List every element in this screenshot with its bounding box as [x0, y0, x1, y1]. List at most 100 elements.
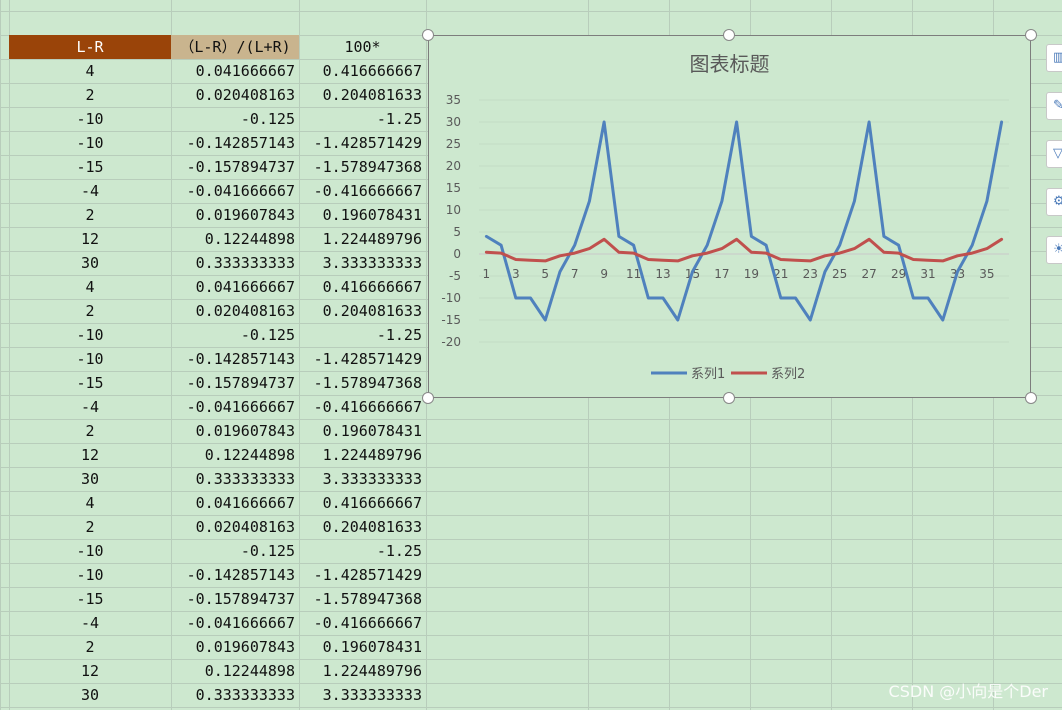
table-cell[interactable]: 0.041666667 — [171, 275, 299, 299]
table-cell[interactable]: 0.204081633 — [299, 515, 426, 539]
table-cell[interactable]: -0.125 — [171, 323, 299, 347]
table-cell[interactable]: 1.224489796 — [299, 443, 426, 467]
table-cell[interactable]: 0.019607843 — [171, 635, 299, 659]
table-cell[interactable]: 0.12244898 — [171, 443, 299, 467]
table-cell[interactable]: 3.333333333 — [299, 683, 426, 707]
table-cell[interactable]: 0.041666667 — [171, 59, 299, 83]
table-cell[interactable]: 0.019607843 — [171, 203, 299, 227]
table-cell[interactable]: -1.578947368 — [299, 587, 426, 611]
table-cell[interactable]: 1.224489796 — [299, 227, 426, 251]
table-cell[interactable]: -1.428571429 — [299, 131, 426, 155]
chart-settings-button[interactable]: ⚙ — [1046, 188, 1062, 216]
table-cell[interactable]: -15 — [9, 587, 171, 611]
resize-handle-bottom[interactable] — [723, 392, 735, 404]
chart-filters-button[interactable]: ▽ — [1046, 140, 1062, 168]
table-cell[interactable]: -0.041666667 — [171, 395, 299, 419]
resize-handle-bottom-right[interactable] — [1025, 392, 1037, 404]
table-cell[interactable]: 2 — [9, 635, 171, 659]
table-cell[interactable]: -0.416666667 — [299, 179, 426, 203]
header-cell-lr[interactable]: L-R — [9, 35, 171, 59]
table-cell[interactable]: 0.020408163 — [171, 299, 299, 323]
table-cell[interactable]: 12 — [9, 443, 171, 467]
table-cell[interactable]: -0.157894737 — [171, 587, 299, 611]
table-cell[interactable]: -0.142857143 — [171, 563, 299, 587]
table-cell[interactable]: -10 — [9, 563, 171, 587]
table-cell[interactable]: -4 — [9, 179, 171, 203]
resize-handle-bottom-left[interactable] — [422, 392, 434, 404]
table-cell[interactable]: -0.125 — [171, 107, 299, 131]
header-cell-100x[interactable]: 100* — [299, 35, 426, 59]
table-cell[interactable]: -0.416666667 — [299, 395, 426, 419]
table-cell[interactable]: 3.333333333 — [299, 251, 426, 275]
table-row: -4 -0.041666667 -0.416666667 — [0, 179, 426, 203]
table-cell[interactable]: 0.333333333 — [171, 467, 299, 491]
table-cell[interactable]: 0.12244898 — [171, 659, 299, 683]
resize-handle-top-right[interactable] — [1025, 29, 1037, 41]
table-cell[interactable]: 3.333333333 — [299, 467, 426, 491]
table-cell[interactable]: 1.224489796 — [299, 659, 426, 683]
chart-styles-button[interactable]: ✎ — [1046, 92, 1062, 120]
table-cell[interactable]: -0.142857143 — [171, 347, 299, 371]
table-cell[interactable]: -10 — [9, 107, 171, 131]
table-cell[interactable]: 0.416666667 — [299, 491, 426, 515]
table-cell[interactable]: -15 — [9, 155, 171, 179]
table-cell[interactable]: -1.25 — [299, 107, 426, 131]
table-cell[interactable]: -10 — [9, 539, 171, 563]
table-cell[interactable]: 0.019607843 — [171, 419, 299, 443]
table-cell[interactable]: -10 — [9, 347, 171, 371]
table-cell[interactable]: -15 — [9, 371, 171, 395]
table-cell[interactable]: 0.020408163 — [171, 515, 299, 539]
table-cell[interactable]: -1.578947368 — [299, 155, 426, 179]
table-cell[interactable]: 0.196078431 — [299, 203, 426, 227]
table-cell[interactable]: 2 — [9, 299, 171, 323]
table-cell[interactable]: 30 — [9, 467, 171, 491]
table-cell[interactable]: 0.416666667 — [299, 59, 426, 83]
table-cell[interactable]: 0.12244898 — [171, 227, 299, 251]
line-chart[interactable]: 图表标题 35 30 25 20 15 10 5 0 -5 -10 -15 -20 1 3 5 7 9 11 13 1… — [428, 35, 1031, 398]
table-cell[interactable]: 0.333333333 — [171, 251, 299, 275]
resize-handle-top[interactable] — [723, 29, 735, 41]
table-cell[interactable]: 0.041666667 — [171, 491, 299, 515]
table-cell[interactable]: -10 — [9, 323, 171, 347]
table-cell[interactable]: 12 — [9, 659, 171, 683]
table-cell[interactable]: -4 — [9, 611, 171, 635]
table-cell[interactable]: 4 — [9, 59, 171, 83]
chart-elements-button[interactable]: ▥ — [1046, 44, 1062, 72]
legend-label: 系列1 — [691, 367, 725, 382]
table-cell[interactable]: 30 — [9, 683, 171, 707]
table-cell[interactable]: 2 — [9, 83, 171, 107]
table-cell[interactable]: -0.157894737 — [171, 371, 299, 395]
table-cell[interactable]: 4 — [9, 275, 171, 299]
table-cell[interactable]: 4 — [9, 491, 171, 515]
table-cell[interactable]: -10 — [9, 131, 171, 155]
spreadsheet[interactable]: L-R （L-R）/(L+R) 100* 4 0.041666667 0.41666… — [0, 0, 1062, 710]
table-cell[interactable]: 0.020408163 — [171, 83, 299, 107]
table-cell[interactable]: 12 — [9, 227, 171, 251]
table-cell[interactable]: 2 — [9, 515, 171, 539]
header-cell-ratio[interactable]: （L-R）/(L+R) — [171, 35, 299, 59]
table-cell[interactable]: 0.416666667 — [299, 275, 426, 299]
table-cell[interactable]: -0.125 — [171, 539, 299, 563]
table-cell[interactable]: -0.041666667 — [171, 611, 299, 635]
table-cell[interactable]: 30 — [9, 251, 171, 275]
table-row: -10 -0.125 -1.25 — [0, 539, 426, 563]
table-cell[interactable]: 0.204081633 — [299, 83, 426, 107]
chart-idea-button[interactable]: ☀ — [1046, 236, 1062, 264]
table-cell[interactable]: -1.25 — [299, 539, 426, 563]
table-cell[interactable]: 2 — [9, 419, 171, 443]
table-cell[interactable]: -4 — [9, 395, 171, 419]
table-cell[interactable]: -0.041666667 — [171, 179, 299, 203]
table-cell[interactable]: -1.578947368 — [299, 371, 426, 395]
table-cell[interactable]: -1.428571429 — [299, 347, 426, 371]
table-cell[interactable]: -0.157894737 — [171, 155, 299, 179]
table-cell[interactable]: 0.333333333 — [171, 683, 299, 707]
table-cell[interactable]: -1.25 — [299, 323, 426, 347]
table-cell[interactable]: 0.196078431 — [299, 635, 426, 659]
table-cell[interactable]: -1.428571429 — [299, 563, 426, 587]
table-cell[interactable]: 0.204081633 — [299, 299, 426, 323]
table-cell[interactable]: 2 — [9, 203, 171, 227]
table-cell[interactable]: -0.142857143 — [171, 131, 299, 155]
table-cell[interactable]: -0.416666667 — [299, 611, 426, 635]
resize-handle-top-left[interactable] — [422, 29, 434, 41]
table-cell[interactable]: 0.196078431 — [299, 419, 426, 443]
